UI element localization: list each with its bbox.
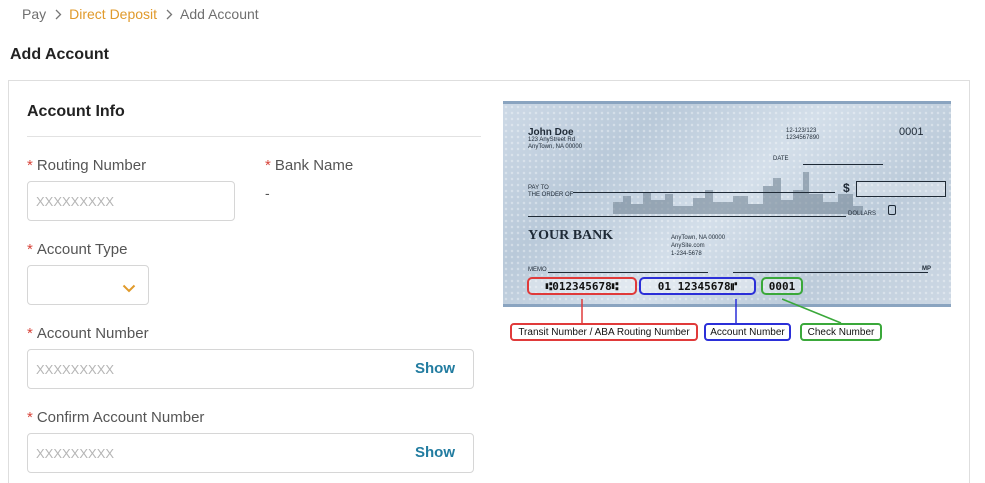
account-number-field: Show <box>27 349 474 389</box>
check-memo-label: MEMO <box>528 267 547 273</box>
check-amount-words-line <box>528 216 846 217</box>
check-bank-phone: 1-234-5678 <box>671 251 702 257</box>
check-pay-to-label: PAY TO THE ORDER OF <box>528 185 573 199</box>
breadcrumb-item-pay[interactable]: Pay <box>22 6 46 22</box>
routing-number-callout: Transit Number / ABA Routing Number <box>510 323 698 341</box>
check-memo-line <box>548 272 708 273</box>
chevron-down-icon <box>122 280 136 298</box>
confirm-account-number-input[interactable] <box>28 434 398 472</box>
account-type-label: * Account Type <box>27 241 127 258</box>
account-info-card: Account Info *Routing Number *Bank Name … <box>8 80 970 483</box>
required-marker: * <box>27 157 33 174</box>
breadcrumb: Pay Direct Deposit Add Account <box>22 6 259 22</box>
confirm-account-number-field: Show <box>27 433 474 473</box>
page-title: Add Account <box>10 46 109 63</box>
confirm-account-number-label: * Confirm Account Number <box>27 409 204 426</box>
required-marker: * <box>27 241 33 258</box>
check-bank-info: AnyTown, NA 00000 AnySite.com 1-234-5678 <box>671 234 725 258</box>
required-marker: * <box>27 325 33 342</box>
check-fraction-code: 12-123/123 1234567890 <box>786 128 819 142</box>
bank-name-label-text: Bank Name <box>274 157 354 174</box>
check-bank-name: YOUR BANK <box>528 228 614 243</box>
account-number-label-text: Account Number <box>36 325 149 342</box>
check-payee-line <box>573 192 835 193</box>
check-signature-line <box>733 272 928 273</box>
check-holder-address: 123 AnyStreet Rd AnyTown, NA 00000 <box>528 137 582 151</box>
check-date-line <box>803 164 883 165</box>
chevron-right-icon <box>55 9 62 20</box>
account-number-label: * Account Number <box>27 325 149 342</box>
required-marker: * <box>265 157 271 174</box>
account-type-label-text: Account Type <box>36 241 128 258</box>
check-address-line1: 123 AnyStreet Rd <box>528 137 576 143</box>
check-bank-address: AnyTown, NA 00000 <box>671 235 726 241</box>
lock-icon <box>888 205 896 215</box>
account-number-input[interactable] <box>28 350 398 388</box>
check-number-callout: Check Number <box>800 323 882 341</box>
routing-number-label-text: Routing Number <box>36 157 147 174</box>
required-marker: * <box>27 409 33 426</box>
account-number-callout: Account Number <box>704 323 791 341</box>
check-number-top: 0001 <box>899 126 924 138</box>
bank-name-value: - <box>265 185 270 201</box>
check-dollar-sign: $ <box>843 181 850 195</box>
check-dollars-label: DOLLARS <box>848 211 877 217</box>
check-fraction-line1: 12-123/123 <box>786 128 817 134</box>
check-mp-label: MP <box>922 266 931 272</box>
micr-check-number: 0001 <box>761 277 803 295</box>
micr-routing-number: ⑆012345678⑆ <box>527 277 637 295</box>
confirm-account-number-label-text: Confirm Account Number <box>36 409 205 426</box>
section-title: Account Info <box>27 103 125 120</box>
routing-number-input[interactable] <box>27 181 235 221</box>
check-date-label: DATE <box>773 156 789 162</box>
city-skyline-graphic <box>613 172 863 214</box>
sample-check-illustration: John Doe 123 AnyStreet Rd AnyTown, NA 00… <box>503 101 951 357</box>
routing-number-label: * Routing Number <box>27 157 146 174</box>
show-confirm-account-number-button[interactable]: Show <box>415 444 455 461</box>
check-pay-to-line2: THE ORDER OF <box>528 192 574 198</box>
micr-account-number: 01 12345678⑈ <box>639 277 756 295</box>
breadcrumb-item-direct-deposit[interactable]: Direct Deposit <box>69 6 157 22</box>
check-amount-box <box>856 181 946 197</box>
account-type-select[interactable] <box>27 265 149 305</box>
chevron-right-icon <box>166 9 173 20</box>
breadcrumb-item-add-account: Add Account <box>180 6 259 22</box>
check-bank-site: AnySite.com <box>671 243 705 249</box>
bank-name-label: * Bank Name <box>265 157 353 174</box>
section-divider <box>27 136 481 137</box>
show-account-number-button[interactable]: Show <box>415 360 455 377</box>
check-fraction-line2: 1234567890 <box>786 135 820 141</box>
check-address-line2: AnyTown, NA 00000 <box>528 144 583 150</box>
check-pay-to-line1: PAY TO <box>528 185 549 191</box>
